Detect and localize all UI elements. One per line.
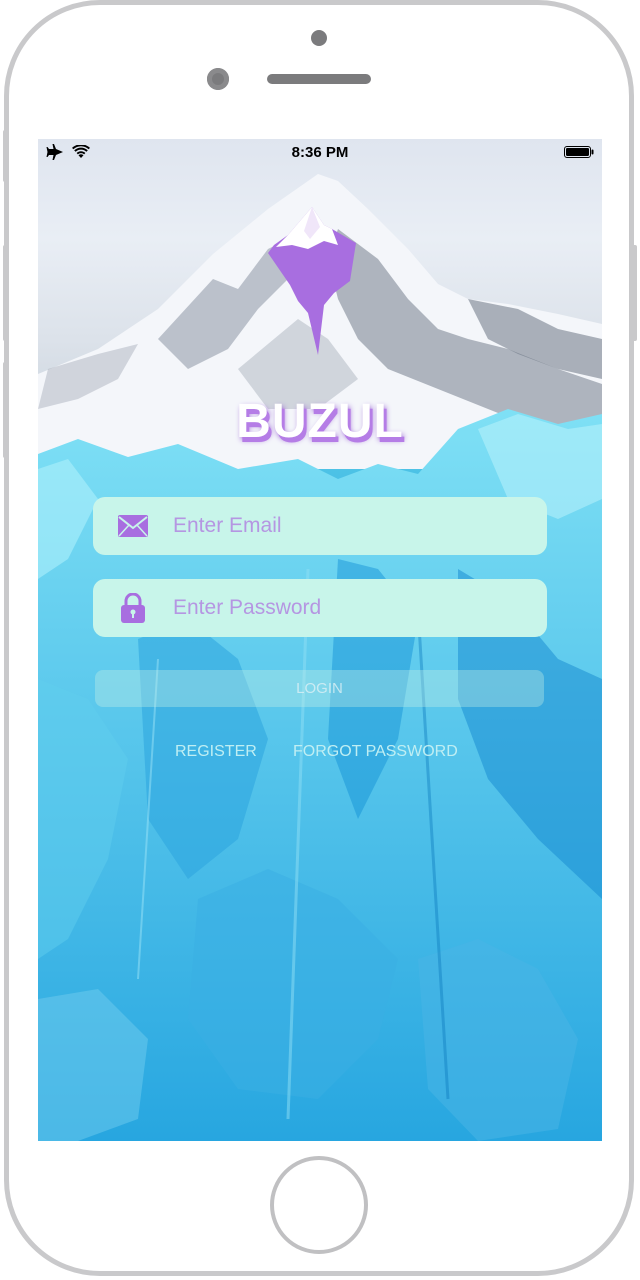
power-button [632, 245, 637, 341]
login-screen: 8:36 PM BUZUL Enter Email LOGIN REGISTER… [38, 139, 602, 1141]
front-sensor [311, 30, 327, 46]
register-link[interactable]: REGISTER [175, 743, 257, 761]
envelope-icon [93, 497, 173, 555]
status-time: 8:36 PM [291, 144, 349, 161]
lock-icon [93, 579, 173, 637]
earpiece-speaker [267, 74, 371, 84]
volume-up-button [3, 245, 8, 341]
password-field[interactable] [93, 579, 547, 637]
front-camera [207, 68, 229, 90]
iceberg-logo [268, 207, 356, 355]
email-field[interactable] [93, 497, 547, 555]
app-name: BUZUL [236, 395, 404, 448]
login-button[interactable]: LOGIN [95, 670, 544, 707]
mute-switch [3, 130, 8, 182]
password-input[interactable] [173, 596, 533, 620]
status-bar: 8:36 PM [38, 139, 602, 167]
battery-icon [564, 146, 594, 158]
email-input[interactable] [173, 514, 533, 538]
volume-down-button [3, 362, 8, 458]
forgot-password-link[interactable]: FORGOT PASSWORD [293, 743, 458, 761]
home-button[interactable] [270, 1156, 368, 1254]
